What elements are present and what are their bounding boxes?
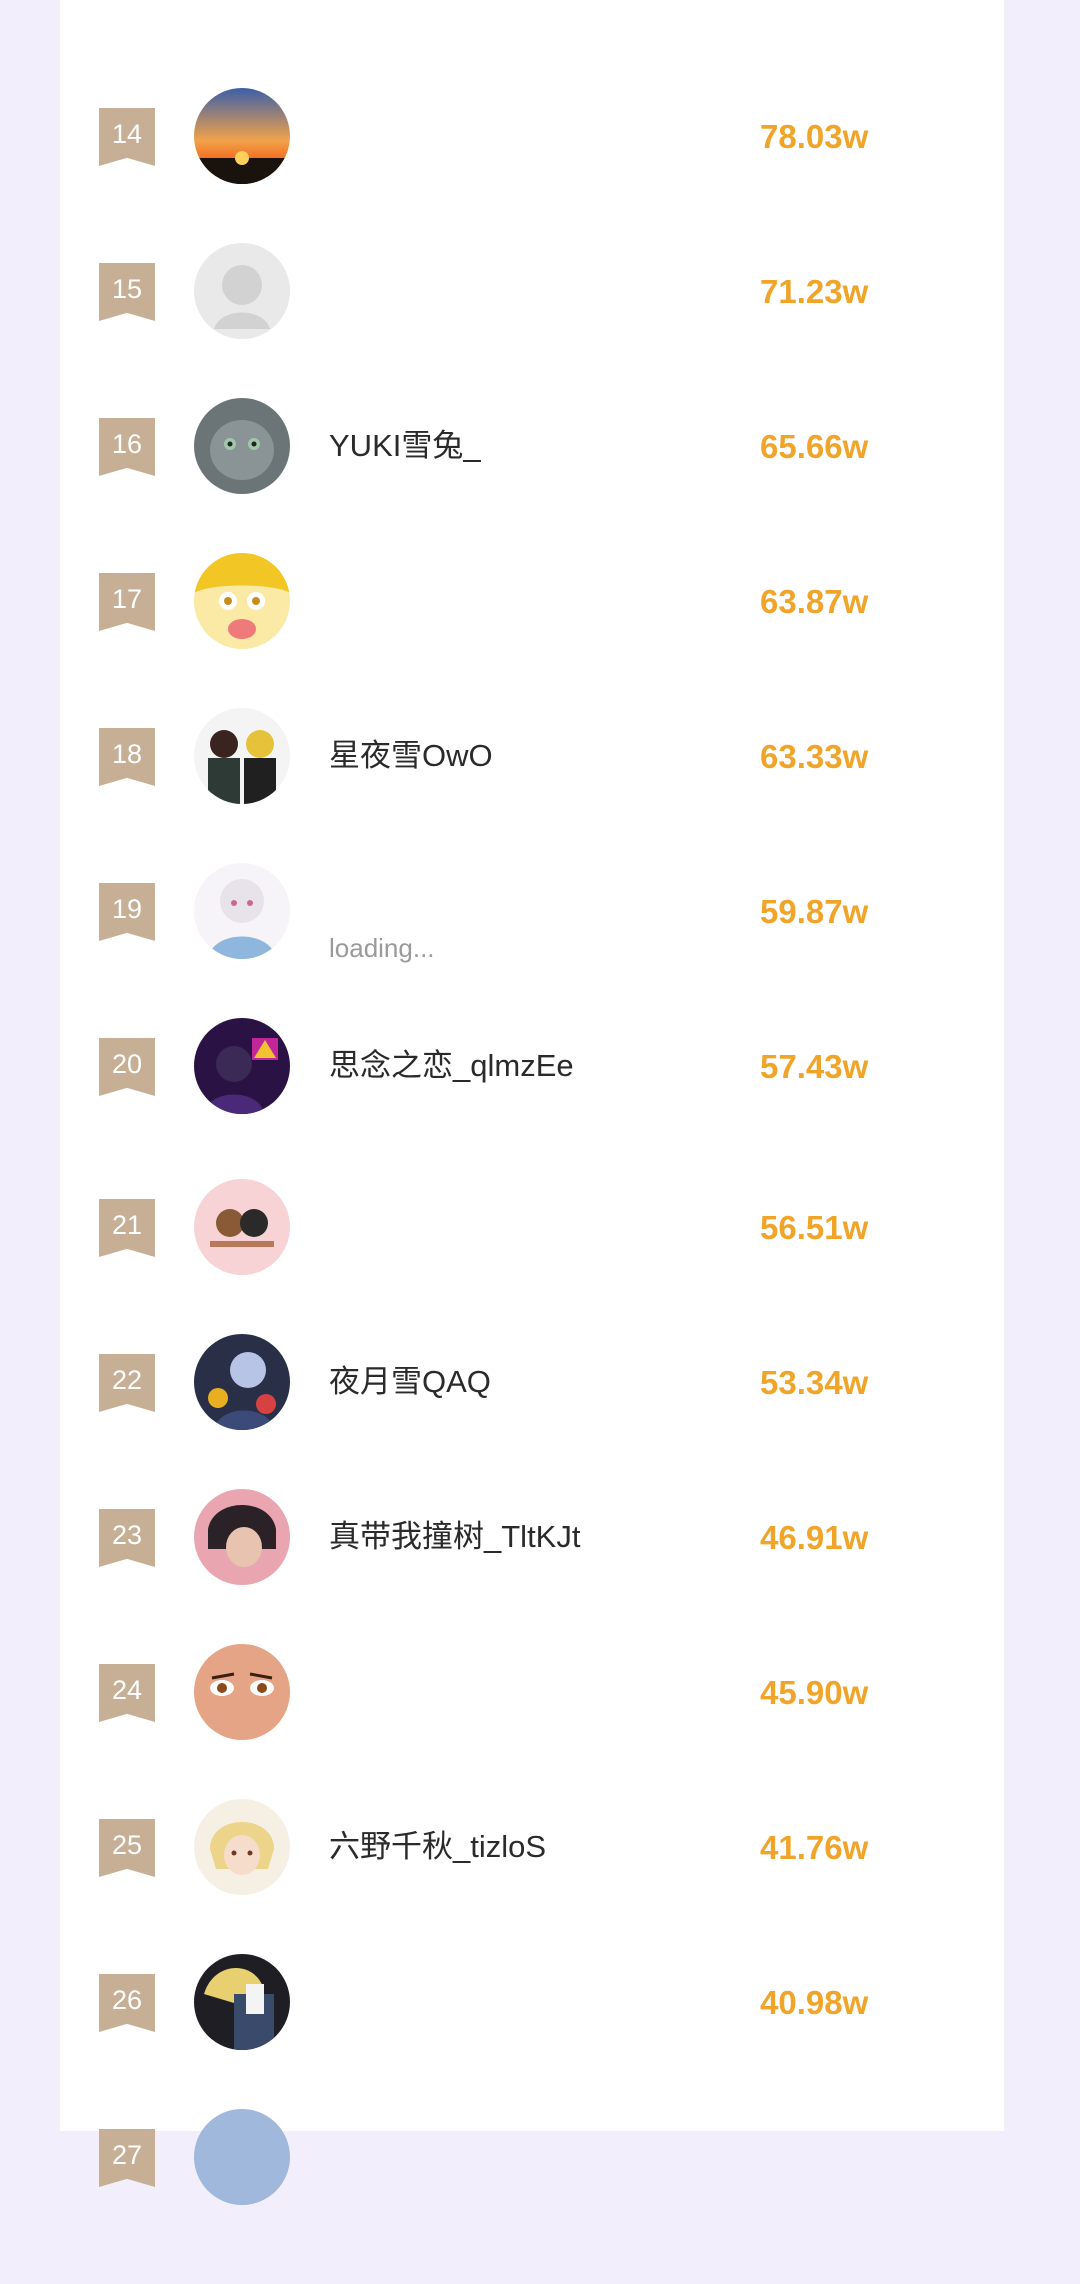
rank-number: 21 xyxy=(111,1210,143,1240)
avatar-anime-duo-icon xyxy=(194,708,290,804)
avatar[interactable] xyxy=(194,398,290,494)
rank-badge: 24 xyxy=(99,1664,155,1722)
rank-badge: 26 xyxy=(99,1974,155,2032)
rank-number: 19 xyxy=(111,894,143,924)
avatar-sunset-icon xyxy=(194,88,290,184)
rank-number: 24 xyxy=(111,1675,143,1705)
rank-number: 22 xyxy=(111,1365,143,1395)
loading-text: loading... xyxy=(329,933,435,963)
avatar-pastel-girl-icon xyxy=(194,863,290,959)
score-value: 65.66w xyxy=(760,428,869,465)
avatar[interactable] xyxy=(194,1954,290,2050)
list-item[interactable]: 24 45.90w xyxy=(60,1644,1004,1819)
user-name: 星夜雪OwO xyxy=(329,738,493,773)
list-item[interactable]: 21 56.51w xyxy=(60,1179,1004,1354)
score-value: 57.43w xyxy=(760,1048,869,1085)
avatar-default-gray-icon xyxy=(194,243,290,339)
score-value: 56.51w xyxy=(760,1209,869,1246)
avatar-blonde-black-icon xyxy=(194,1954,290,2050)
ranking-card: 13 14 xyxy=(60,0,1004,2205)
list-item[interactable]: 15 71.23w xyxy=(60,243,1004,418)
rank-number: 25 xyxy=(111,1830,143,1860)
list-item[interactable]: 22 夜月雪QAQ 53.34w xyxy=(60,1334,1004,1509)
list-item[interactable]: 20 思念之恋_qlmzEe 57.43w xyxy=(60,1018,1004,1193)
avatar-blue-partial-icon xyxy=(194,2109,290,2205)
rank-badge: 19 xyxy=(99,883,155,941)
avatar[interactable] xyxy=(194,243,290,339)
avatar-gray-cat-icon xyxy=(194,398,290,494)
user-name: 夜月雪QAQ xyxy=(329,1364,491,1399)
score-value: 59.87w xyxy=(760,893,869,930)
user-name: 六野千秋_tizloS xyxy=(329,1829,547,1864)
avatar[interactable] xyxy=(194,863,290,959)
avatar[interactable] xyxy=(194,708,290,804)
user-name: 真带我撞树_TltKJt xyxy=(329,1519,581,1554)
list-item[interactable]: 25 六野千秋_tizloS 41.76w xyxy=(60,1799,1004,1974)
user-name: YUKI雪兔_ xyxy=(329,428,481,463)
rank-number: 27 xyxy=(111,2140,143,2170)
avatar[interactable] xyxy=(194,1489,290,1585)
avatar[interactable] xyxy=(194,1644,290,1740)
rank-badge: 22 xyxy=(99,1354,155,1412)
rank-number: 17 xyxy=(111,584,143,614)
score-value: 45.90w xyxy=(760,1674,869,1711)
score-value: 41.76w xyxy=(760,1829,869,1866)
rank-badge: 27 xyxy=(99,2129,155,2187)
rank-badge: 18 xyxy=(99,728,155,786)
avatar[interactable] xyxy=(194,2109,290,2205)
ranking-list: 13 14 xyxy=(60,0,1004,2205)
rank-badge: 15 xyxy=(99,263,155,321)
list-item[interactable]: 16 YUKI雪兔_ 65.66w xyxy=(60,398,1004,573)
list-item[interactable]: 18 星夜雪OwO 63.33w xyxy=(60,708,1004,883)
avatar-yellow-chibi-icon xyxy=(194,553,290,649)
score-value: 78.03w xyxy=(760,118,869,155)
avatar-colorful-anime-icon xyxy=(194,1334,290,1430)
rank-number: 23 xyxy=(111,1520,143,1550)
rank-badge: 17 xyxy=(99,573,155,631)
score-value: 63.87w xyxy=(760,583,869,620)
rank-badge: 21 xyxy=(99,1199,155,1257)
avatar[interactable] xyxy=(194,553,290,649)
rank-badge: 23 xyxy=(99,1509,155,1567)
user-name: 思念之恋_qlmzEe xyxy=(329,1048,574,1083)
avatar-eyes-closeup-icon xyxy=(194,1644,290,1740)
score-value: 40.98w xyxy=(760,1984,869,2021)
avatar-pink-chibi-pair-icon xyxy=(194,1179,290,1275)
rank-number: 16 xyxy=(111,429,143,459)
rank-badge: 20 xyxy=(99,1038,155,1096)
rank-badge: 25 xyxy=(99,1819,155,1877)
rank-badge: 16 xyxy=(99,418,155,476)
list-item[interactable]: 14 78.03w xyxy=(60,88,1004,263)
list-item[interactable]: 27 xyxy=(60,2109,1004,2284)
list-item[interactable]: 19 loading... 59.87w xyxy=(60,863,1004,1038)
avatar[interactable] xyxy=(194,1018,290,1114)
list-item[interactable]: 13 xyxy=(60,0,1004,30)
rank-badge: 14 xyxy=(99,108,155,166)
rank-number: 15 xyxy=(111,274,143,304)
avatar[interactable] xyxy=(194,1179,290,1275)
score-value: 71.23w xyxy=(760,273,869,310)
score-value: 63.33w xyxy=(760,738,869,775)
avatar[interactable] xyxy=(194,88,290,184)
score-value: 46.91w xyxy=(760,1519,869,1556)
rank-number: 26 xyxy=(111,1985,143,2015)
avatar[interactable] xyxy=(194,1334,290,1430)
score-value: 53.34w xyxy=(760,1364,869,1401)
rank-number: 18 xyxy=(111,739,143,769)
list-item[interactable]: 23 真带我撞树_TltKJt 46.91w xyxy=(60,1489,1004,1664)
avatar-neon-purple-icon xyxy=(194,1018,290,1114)
avatar-blonde-sketch-icon xyxy=(194,1799,290,1895)
rank-number: 14 xyxy=(111,119,143,149)
list-item[interactable]: 17 63.87w xyxy=(60,553,1004,728)
avatar[interactable] xyxy=(194,1799,290,1895)
rank-number: 20 xyxy=(111,1049,143,1079)
list-item[interactable]: 26 40.98w xyxy=(60,1954,1004,2129)
avatar-dark-hair-pink-icon xyxy=(194,1489,290,1585)
